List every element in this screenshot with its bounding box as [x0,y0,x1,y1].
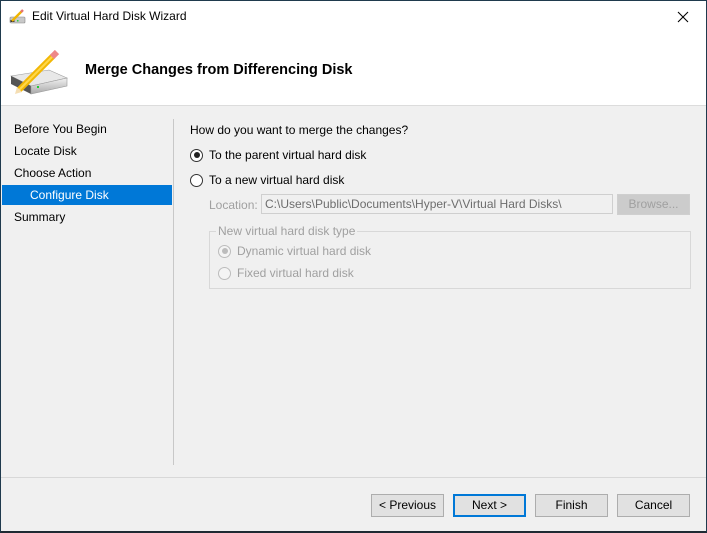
window-title: Edit Virtual Hard Disk Wizard [32,9,187,23]
nav-divider [173,119,174,465]
next-button[interactable]: Next > [453,494,526,517]
location-label: Location: [209,198,258,212]
wizard-steps-nav: Before You Begin Locate Disk Choose Acti… [1,107,173,465]
previous-button[interactable]: < Previous [371,494,444,517]
wizard-window: Edit Virtual Hard Disk Wizard Merge Chan… [0,0,707,533]
footer-divider [1,477,706,478]
hard-disk-pencil-icon [9,9,26,24]
page-title: Merge Changes from Differencing Disk [85,62,353,78]
dynamic-disk-option[interactable]: Dynamic virtual hard disk [218,244,371,258]
close-icon [677,11,689,22]
merge-to-parent-radio[interactable] [190,148,203,162]
nav-item-choose-action[interactable]: Choose Action [2,163,172,183]
hard-disk-pencil-icon [10,50,68,95]
nav-item-summary[interactable]: Summary [2,207,172,227]
wizard-header: Merge Changes from Differencing Disk [1,32,706,106]
nav-item-locate-disk[interactable]: Locate Disk [2,141,172,161]
cancel-button[interactable]: Cancel [617,494,690,517]
dynamic-disk-label: Dynamic virtual hard disk [237,244,372,258]
merge-to-parent-label: To the parent virtual hard disk [209,148,367,162]
fixed-disk-label: Fixed virtual hard disk [237,266,354,280]
disk-type-groupbox: New virtual hard disk type Dynamic virtu… [209,225,691,289]
configure-disk-panel: How do you want to merge the changes? To… [190,107,700,467]
merge-question: How do you want to merge the changes? [190,123,409,137]
fixed-disk-option[interactable]: Fixed virtual hard disk [218,266,354,280]
location-input[interactable] [261,194,613,214]
disk-type-legend: New virtual hard disk type [216,224,358,238]
fixed-disk-radio[interactable] [218,266,231,280]
merge-to-new-label: To a new virtual hard disk [209,173,345,187]
nav-item-before-you-begin[interactable]: Before You Begin [2,119,172,139]
close-button[interactable] [660,1,706,32]
merge-to-new-radio[interactable] [190,173,203,187]
browse-button[interactable]: Browse... [617,194,690,215]
nav-item-configure-disk[interactable]: Configure Disk [2,185,172,205]
title-bar: Edit Virtual Hard Disk Wizard [1,1,706,32]
finish-button[interactable]: Finish [535,494,608,517]
dynamic-disk-radio[interactable] [218,244,231,258]
merge-to-parent-option[interactable]: To the parent virtual hard disk [190,148,366,162]
merge-to-new-option[interactable]: To a new virtual hard disk [190,173,344,187]
